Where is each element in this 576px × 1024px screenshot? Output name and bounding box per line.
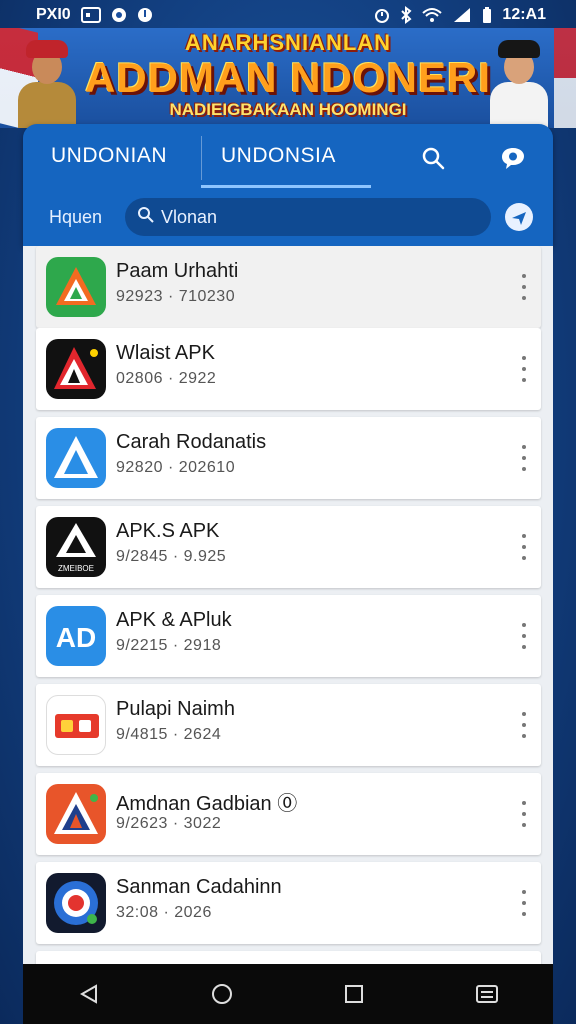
list-item[interactable]: Carah Rodanatis 92820 · 202610 (36, 417, 541, 499)
tab-bar: UNDONIAN UNDONSIA (23, 124, 553, 188)
search-input[interactable] (161, 206, 461, 228)
search-icon[interactable] (419, 144, 447, 172)
triangle-logo-green-icon (46, 257, 106, 317)
search-small-icon (137, 206, 155, 229)
app-name: Amdnan Gadbian ⓪ (116, 793, 298, 815)
more-options-icon[interactable] (517, 534, 531, 560)
triangle-logo-orange-icon (46, 784, 106, 844)
triangle-logo-black-red-icon (46, 339, 106, 399)
triangle-logo-black-white-icon: ZMEIBOE (46, 517, 106, 577)
app-meta: 32:08 · 2026 (116, 904, 212, 921)
banner-subtitle: NADIEIGBAKAAN HOOMINGI (169, 100, 407, 119)
list-item[interactable]: ZMEIBOE APK.S APK 9/2845 · 9.925 (36, 506, 541, 588)
app-name: APK.S APK (116, 520, 220, 542)
app-meta: 92923 · 710230 (116, 288, 236, 305)
list-item[interactable]: Pulapi Naimh 9/4815 · 2624 (36, 684, 541, 766)
more-options-icon[interactable] (517, 274, 531, 300)
search-bar[interactable] (125, 198, 491, 236)
app-name: Sanman Cadahinn (116, 876, 282, 898)
system-nav-bar (23, 964, 553, 1024)
more-options-icon[interactable] (517, 623, 531, 649)
more-options-icon[interactable] (517, 445, 531, 471)
tab-undonian[interactable]: UNDONIAN (51, 144, 167, 168)
status-left-text: PXI0 (36, 6, 71, 23)
bluetooth-icon (400, 6, 412, 24)
app-meta: 9/2623 · 3022 (116, 815, 222, 832)
notification-dot-icon (137, 7, 153, 23)
banner-title-top: ANARHSNIANLAN (184, 30, 392, 55)
signal-icon (452, 7, 472, 23)
app-name: Wlaist APK (116, 342, 215, 364)
tab-divider (201, 136, 202, 180)
recents-icon[interactable] (334, 974, 374, 1014)
red-card-logo-icon (46, 695, 106, 755)
tab-undonsia[interactable]: UNDONSIA (221, 144, 336, 168)
circle-logo-blue-icon (46, 873, 106, 933)
filter-label: Hquen (49, 207, 103, 227)
active-tab-indicator (201, 185, 371, 188)
app-name: Pulapi Naimh (116, 698, 235, 720)
back-icon[interactable] (69, 974, 109, 1014)
app-meta: 9/2215 · 2918 (116, 637, 222, 654)
app-header: UNDONIAN UNDONSIA Hquen (23, 124, 553, 246)
airplane-filter-icon[interactable] (505, 203, 533, 231)
app-meta: 9/2845 · 9.925 (116, 548, 227, 565)
list-item[interactable]: Paam Urhahti 92923 · 710230 (36, 246, 541, 328)
status-bar: PXI0 12:A1 (0, 0, 576, 30)
more-options-icon[interactable] (517, 801, 531, 827)
list-item[interactable]: AD APK & APluk 9/2215 · 2918 (36, 595, 541, 677)
battery-icon (482, 6, 492, 24)
ad-logo-blue-icon: AD (46, 606, 106, 666)
app-name: APK & APluk (116, 609, 232, 631)
app-name: Paam Urhahti (116, 260, 239, 282)
keyboard-icon[interactable] (467, 974, 507, 1014)
alarm-icon (374, 7, 390, 23)
home-icon[interactable] (202, 974, 242, 1014)
search-row: Hquen (23, 194, 553, 240)
triangle-logo-blue-icon (46, 428, 106, 488)
promo-banner[interactable]: ANARHSNIANLAN ADDMAN NDONERI NADIEIGBAKA… (0, 28, 576, 128)
status-time: 12:A1 (502, 6, 546, 23)
app-name: Carah Rodanatis (116, 431, 267, 453)
app-list: Paam Urhahti 92923 · 710230 Wlaist APK 0… (23, 246, 553, 964)
icon-caption: ZMEIBOE (58, 564, 94, 573)
chat-icon[interactable] (499, 144, 527, 172)
wifi-icon (422, 7, 443, 23)
banner-title-main: ADDMAN NDONERI (85, 54, 491, 101)
app-meta: 9/4815 · 2624 (116, 726, 222, 743)
list-item[interactable]: Amdnan Gadbian ⓪ 9/2623 · 3022 (36, 773, 541, 855)
more-options-icon[interactable] (517, 356, 531, 382)
gallery-icon (80, 7, 101, 23)
more-options-icon[interactable] (517, 890, 531, 916)
icon-text: AD (56, 622, 96, 653)
app-notification-icon (111, 7, 127, 23)
list-item-partial (36, 951, 541, 964)
more-options-icon[interactable] (517, 712, 531, 738)
app-meta: 02806 · 2922 (116, 370, 217, 387)
list-item[interactable]: Sanman Cadahinn 32:08 · 2026 (36, 862, 541, 944)
list-item[interactable]: Wlaist APK 02806 · 2922 (36, 328, 541, 410)
app-meta: 92820 · 202610 (116, 459, 236, 476)
